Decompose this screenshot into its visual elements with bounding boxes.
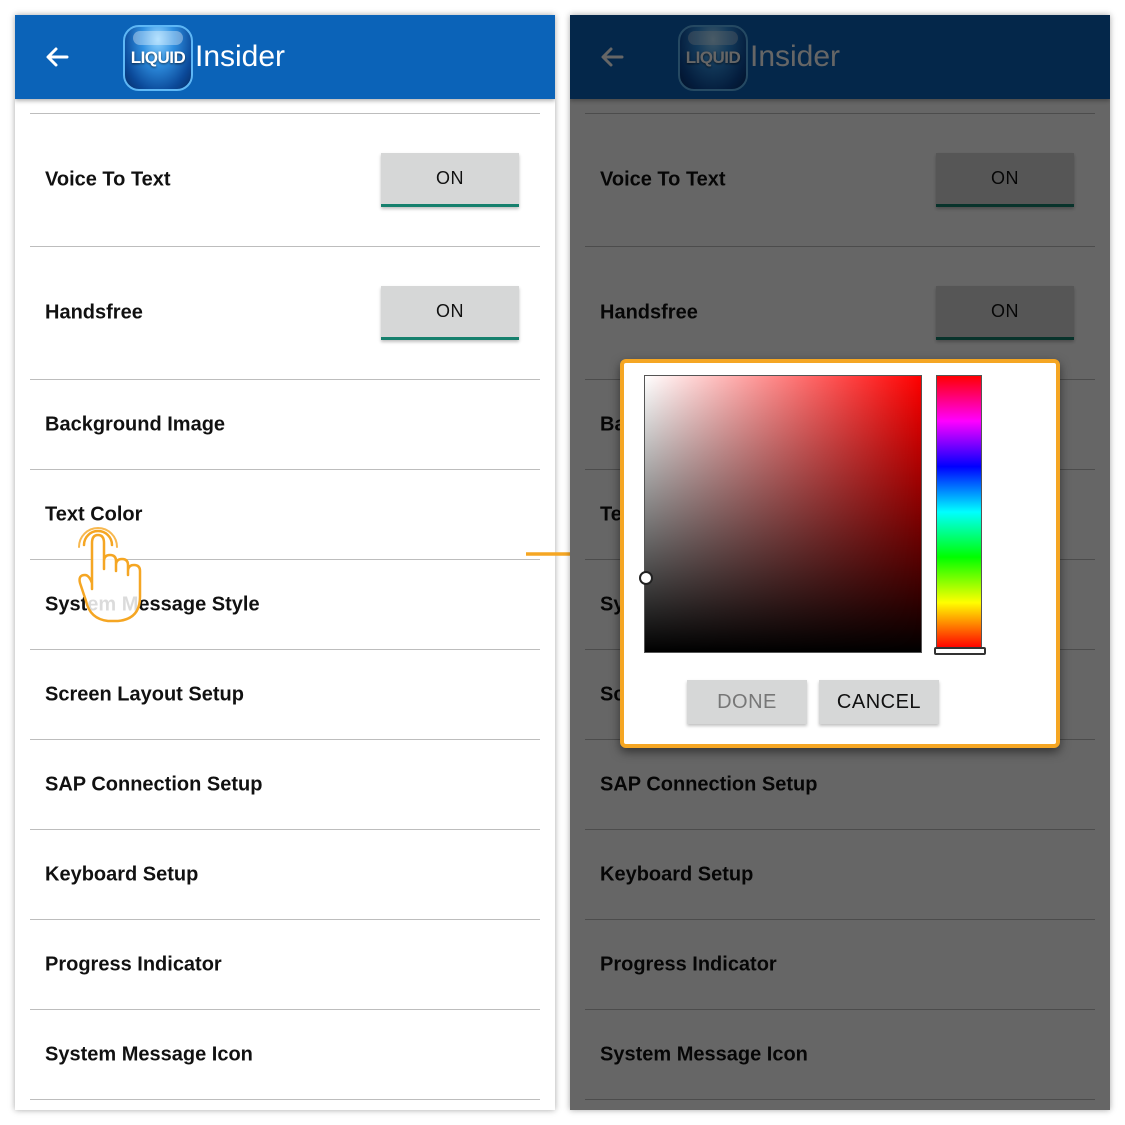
setting-progress-indicator[interactable]: Progress Indicator bbox=[30, 920, 540, 1010]
setting-label: System Message Icon bbox=[45, 1043, 253, 1065]
setting-keyboard-setup[interactable]: Keyboard Setup bbox=[30, 830, 540, 920]
list-divider bbox=[30, 99, 540, 114]
setting-handsfree: Handsfree ON bbox=[30, 247, 540, 380]
app-bar: LIQUID Insider bbox=[15, 15, 555, 99]
setting-sap-connection-setup[interactable]: SAP Connection Setup bbox=[30, 740, 540, 830]
hue-slider-handle[interactable] bbox=[934, 647, 986, 655]
handsfree-toggle[interactable]: ON bbox=[381, 286, 519, 340]
setting-background-image[interactable]: Background Image bbox=[30, 380, 540, 470]
app-title: Insider bbox=[195, 40, 286, 73]
cancel-button[interactable]: CANCEL bbox=[819, 680, 939, 724]
saturation-value-picker[interactable] bbox=[639, 375, 922, 653]
hue-slider[interactable] bbox=[936, 375, 982, 649]
setting-label: Voice To Text bbox=[45, 168, 171, 191]
setting-screen-layout-setup[interactable]: Screen Layout Setup bbox=[30, 650, 540, 740]
color-selector-handle[interactable] bbox=[639, 571, 653, 585]
settings-screen: LIQUID Insider Voice To Text ON Handsfre… bbox=[15, 15, 555, 1110]
app-logo-text: LIQUID bbox=[130, 48, 186, 67]
back-arrow-icon[interactable] bbox=[41, 41, 73, 73]
color-picker-dialog: DONE CANCEL bbox=[620, 359, 1060, 748]
setting-label: Progress Indicator bbox=[45, 953, 222, 975]
app-logo: LIQUID bbox=[123, 25, 193, 91]
setting-label: Background Image bbox=[45, 413, 226, 435]
voice-to-text-toggle[interactable]: ON bbox=[381, 153, 519, 207]
done-button[interactable]: DONE bbox=[687, 680, 807, 724]
setting-system-message-icon[interactable]: System Message Icon bbox=[30, 1010, 540, 1100]
setting-label: Screen Layout Setup bbox=[45, 683, 244, 705]
setting-label: Handsfree bbox=[45, 301, 143, 324]
saturation-value-gradient bbox=[645, 376, 921, 652]
setting-voice-to-text: Voice To Text ON bbox=[30, 114, 540, 247]
setting-label: Keyboard Setup bbox=[45, 863, 199, 885]
setting-label: SAP Connection Setup bbox=[45, 773, 263, 795]
hand-tap-icon bbox=[78, 527, 142, 623]
